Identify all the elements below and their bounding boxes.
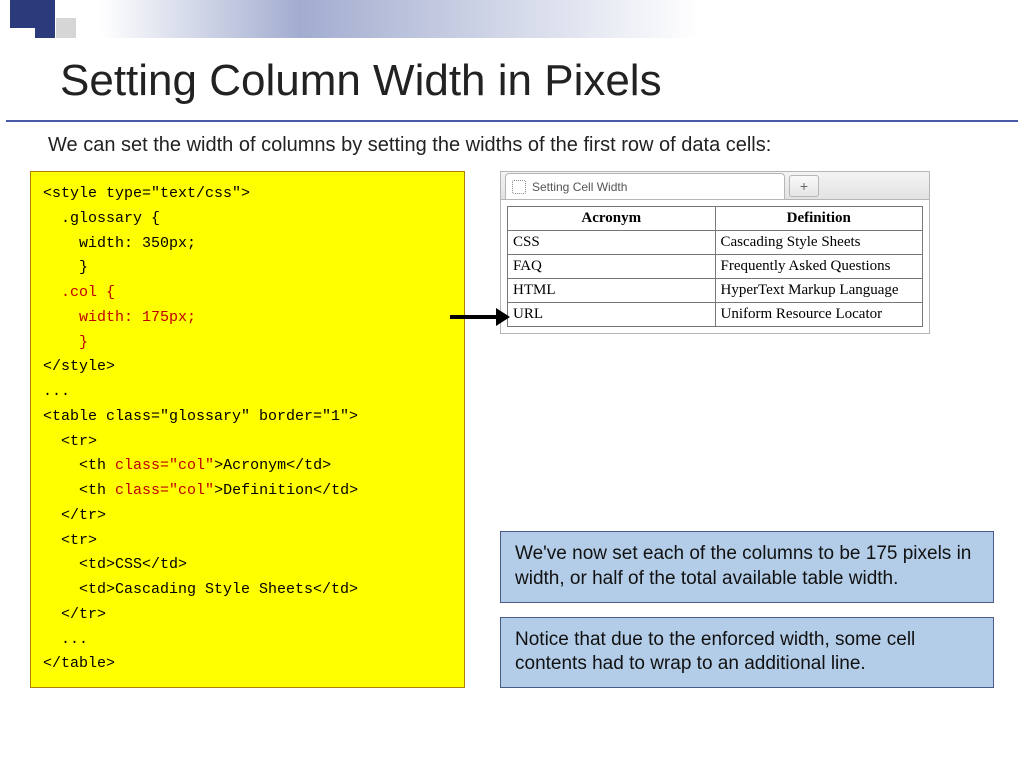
- code-line: }: [43, 256, 452, 281]
- code-line: </table>: [43, 652, 452, 677]
- title-underline: [6, 120, 1018, 122]
- browser-tabbar: Setting Cell Width +: [501, 172, 929, 200]
- table-header-row: Acronym Definition: [508, 207, 923, 231]
- plus-icon: +: [800, 178, 808, 194]
- definition-cell: Cascading Style Sheets: [715, 231, 923, 255]
- tab-title: Setting Cell Width: [532, 180, 627, 194]
- table-row: FAQ Frequently Asked Questions: [508, 255, 923, 279]
- code-line: width: 350px;: [43, 232, 452, 257]
- slide-decoration: [0, 0, 1024, 38]
- page-icon: [512, 180, 526, 194]
- acronym-cell: HTML: [508, 279, 716, 303]
- browser-tab[interactable]: Setting Cell Width: [505, 173, 785, 199]
- arrow-icon: [450, 310, 510, 324]
- acronym-cell: FAQ: [508, 255, 716, 279]
- acronym-cell: URL: [508, 303, 716, 327]
- acronym-cell: CSS: [508, 231, 716, 255]
- new-tab-button[interactable]: +: [789, 175, 819, 197]
- code-example: <style type="text/css"> .glossary { widt…: [30, 171, 465, 688]
- code-line: width: 175px;: [43, 306, 452, 331]
- code-line: ...: [43, 380, 452, 405]
- code-line: }: [43, 331, 452, 356]
- definition-cell: Frequently Asked Questions: [715, 255, 923, 279]
- code-line: .col {: [43, 281, 452, 306]
- browser-preview: Setting Cell Width + Acronym Definition …: [500, 171, 930, 334]
- col-header: Acronym: [508, 207, 716, 231]
- code-line: <table class="glossary" border="1">: [43, 405, 452, 430]
- code-line: <tr>: [43, 430, 452, 455]
- code-line: <tr>: [43, 529, 452, 554]
- code-line: <td>Cascading Style Sheets</td>: [43, 578, 452, 603]
- definition-cell: HyperText Markup Language: [715, 279, 923, 303]
- code-line: </style>: [43, 355, 452, 380]
- code-line: .glossary {: [43, 207, 452, 232]
- code-line: <td>CSS</td>: [43, 553, 452, 578]
- code-line: <th class="col">Acronym</td>: [43, 454, 452, 479]
- code-line: <th class="col">Definition</td>: [43, 479, 452, 504]
- callout-note-1: We've now set each of the columns to be …: [500, 531, 994, 602]
- slide-title: Setting Column Width in Pixels: [0, 38, 1024, 116]
- col-header: Definition: [715, 207, 923, 231]
- glossary-table: Acronym Definition CSS Cascading Style S…: [507, 206, 923, 327]
- code-line: </tr>: [43, 504, 452, 529]
- definition-cell: Uniform Resource Locator: [715, 303, 923, 327]
- table-row: URL Uniform Resource Locator: [508, 303, 923, 327]
- code-line: ...: [43, 628, 452, 653]
- intro-text: We can set the width of columns by setti…: [0, 134, 1024, 167]
- browser-viewport: Acronym Definition CSS Cascading Style S…: [501, 200, 929, 333]
- table-row: HTML HyperText Markup Language: [508, 279, 923, 303]
- callout-note-2: Notice that due to the enforced width, s…: [500, 617, 994, 688]
- table-row: CSS Cascading Style Sheets: [508, 231, 923, 255]
- code-line: </tr>: [43, 603, 452, 628]
- code-line: <style type="text/css">: [43, 182, 452, 207]
